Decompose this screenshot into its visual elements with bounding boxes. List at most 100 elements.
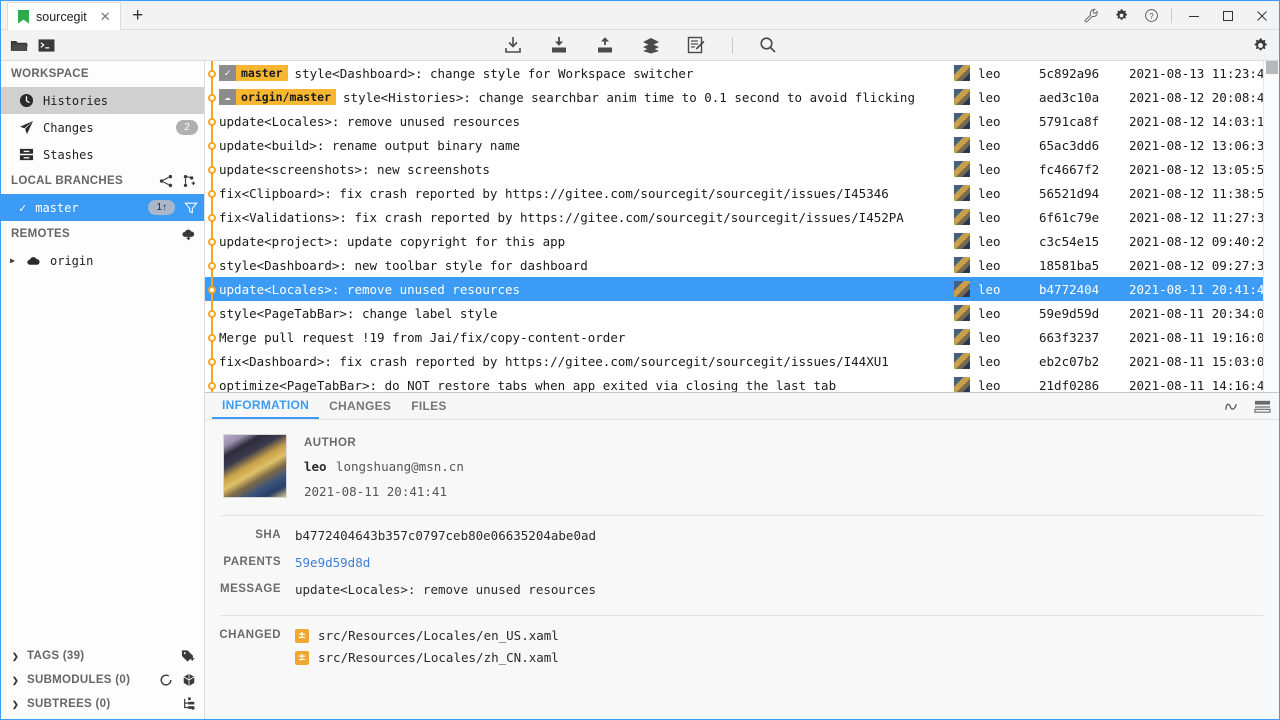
check-icon: ✓ bbox=[219, 65, 236, 81]
commit-row[interactable]: update<Locales>: remove unused resources… bbox=[205, 277, 1279, 301]
commit-row[interactable]: fix<Validations>: fix crash reported by … bbox=[205, 205, 1279, 229]
sidebar-section-subtrees[interactable]: ❯ SUBTREES (0) bbox=[1, 692, 204, 716]
sidebar-item-branch-master[interactable]: ✓ master 1↑ bbox=[1, 194, 204, 221]
section-actions bbox=[159, 673, 196, 687]
commit-subject-cell: update<screenshots>: new screenshots bbox=[219, 162, 954, 177]
sidebar-section-tags[interactable]: ❯ TAGS (39) bbox=[1, 644, 204, 668]
pull-icon[interactable] bbox=[549, 36, 569, 54]
parent-sha-link[interactable]: 59e9d59d8d bbox=[295, 555, 370, 570]
commit-row[interactable]: update<Locales>: remove unused resources… bbox=[205, 109, 1279, 133]
stash-icon[interactable] bbox=[641, 36, 661, 54]
fetch-icon[interactable] bbox=[503, 36, 523, 54]
commit-row[interactable]: update<project>: update copyright for th… bbox=[205, 229, 1279, 253]
commit-row[interactable]: ☁origin/masterstyle<Histories>: change s… bbox=[205, 85, 1279, 109]
branch-decorator[interactable]: ✓master bbox=[219, 65, 288, 81]
add-tag-icon[interactable] bbox=[181, 649, 196, 663]
layout-toggle-icon[interactable] bbox=[1254, 399, 1271, 414]
push-icon[interactable] bbox=[595, 36, 615, 54]
scrollbar-thumb[interactable] bbox=[1266, 61, 1278, 74]
commit-author-cell: leo bbox=[954, 209, 1039, 225]
new-branch-icon[interactable] bbox=[182, 174, 196, 188]
sidebar-item-changes[interactable]: Changes 2 bbox=[1, 114, 204, 141]
changed-row: CHANGED ±src/Resources/Locales/en_US.xam… bbox=[205, 628, 1279, 672]
maximize-button[interactable] bbox=[1211, 1, 1245, 30]
app-window: sourcegit ✕ + ? bbox=[0, 0, 1280, 720]
graph-node bbox=[208, 70, 216, 78]
commit-sha: b4772404 bbox=[1039, 282, 1129, 297]
divider bbox=[732, 37, 733, 54]
terminal-icon[interactable] bbox=[38, 38, 55, 53]
filter-icon[interactable] bbox=[184, 201, 198, 215]
sidebar-item-histories[interactable]: Histories bbox=[1, 87, 204, 114]
chevron-right-icon[interactable]: ❯ bbox=[11, 676, 20, 685]
chevron-right-icon[interactable]: ❯ bbox=[11, 652, 20, 661]
commit-subject: fix<Validations>: fix crash reported by … bbox=[219, 210, 904, 225]
avatar bbox=[954, 65, 970, 81]
sidebar-item-stashes[interactable]: Stashes bbox=[1, 141, 204, 168]
commit-subject: style<Dashboard>: change style for Works… bbox=[295, 66, 694, 81]
close-button[interactable] bbox=[1245, 1, 1279, 30]
wrench-icon[interactable] bbox=[1076, 1, 1106, 30]
section-actions bbox=[181, 227, 196, 241]
commit-subject: update<Locales>: remove unused resources bbox=[219, 114, 520, 129]
commit-row[interactable]: update<build>: rename output binary name… bbox=[205, 133, 1279, 157]
merge-branch-icon[interactable] bbox=[159, 174, 173, 188]
graph-toggle-icon[interactable] bbox=[1225, 399, 1242, 414]
commit-row[interactable]: Merge pull request !19 from Jai/fix/copy… bbox=[205, 325, 1279, 349]
gear-icon[interactable] bbox=[1106, 1, 1136, 30]
repository-tab[interactable]: sourcegit ✕ bbox=[7, 2, 121, 30]
commit-row[interactable]: optimize<PageTabBar>: do NOT restore tab… bbox=[205, 373, 1279, 393]
help-icon[interactable]: ? bbox=[1136, 1, 1166, 30]
search-icon[interactable] bbox=[759, 36, 777, 54]
tab-information[interactable]: INFORMATION bbox=[212, 393, 319, 419]
commit-row[interactable]: ✓master style<Dashboard>: change style fo… bbox=[205, 61, 1279, 85]
chevron-right-icon[interactable]: ❯ bbox=[11, 700, 20, 709]
tab-strip: sourcegit ✕ + bbox=[1, 0, 155, 29]
commit-row[interactable]: style<PageTabBar>: change label styleleo… bbox=[205, 301, 1279, 325]
add-subtree-icon[interactable] bbox=[182, 697, 196, 711]
minimize-button[interactable] bbox=[1177, 1, 1211, 30]
author-identity: leo longshuang@msn.cn bbox=[304, 459, 464, 474]
commit-row[interactable]: fix<Dashboard>: fix crash reported by ht… bbox=[205, 349, 1279, 373]
avatar bbox=[954, 89, 970, 105]
commit-row[interactable]: fix<Clipboard>: fix crash reported by ht… bbox=[205, 181, 1279, 205]
detail-tab-bar: INFORMATION CHANGES FILES bbox=[205, 393, 1279, 420]
commit-row[interactable]: style<Dashboard>: new toolbar style for … bbox=[205, 253, 1279, 277]
new-tab-button[interactable]: + bbox=[121, 2, 155, 30]
chevron-right-icon[interactable]: ▶ bbox=[8, 256, 17, 265]
commit-list[interactable]: ✓master style<Dashboard>: change style fo… bbox=[205, 61, 1279, 393]
tab-changes[interactable]: CHANGES bbox=[319, 393, 401, 419]
commit-subject-cell: update<Locales>: remove unused resources bbox=[219, 282, 954, 297]
tab-files[interactable]: FILES bbox=[401, 393, 457, 419]
apply-patch-icon[interactable] bbox=[687, 36, 706, 54]
author-name: leo bbox=[304, 459, 327, 474]
branch-decorator-label: origin/master bbox=[236, 89, 336, 105]
commit-row[interactable]: update<screenshots>: new screenshotsleof… bbox=[205, 157, 1279, 181]
open-folder-icon[interactable] bbox=[10, 37, 28, 53]
changed-file-item[interactable]: ±src/Resources/Locales/en_US.xaml bbox=[295, 628, 559, 643]
branch-decorator[interactable]: ☁origin/master bbox=[219, 89, 336, 105]
close-icon[interactable]: ✕ bbox=[97, 8, 114, 25]
refresh-icon[interactable] bbox=[159, 673, 173, 687]
commit-graph-cell bbox=[205, 133, 219, 157]
sidebar-item-label: master bbox=[35, 201, 139, 215]
commit-sha: 5c892a96 bbox=[1039, 66, 1129, 81]
graph-node bbox=[208, 358, 216, 366]
avatar bbox=[954, 329, 970, 345]
changed-file-item[interactable]: ±src/Resources/Locales/zh_CN.xaml bbox=[295, 650, 559, 665]
toolbar-right-group bbox=[1252, 37, 1269, 54]
sidebar-item-label: Changes bbox=[43, 121, 167, 135]
commit-author-name: leo bbox=[978, 306, 1001, 321]
message-row: MESSAGE update<Locales>: remove unused r… bbox=[205, 582, 1263, 597]
commit-subject: update<screenshots>: new screenshots bbox=[219, 162, 490, 177]
commit-author-name: leo bbox=[978, 162, 1001, 177]
graph-node bbox=[208, 142, 216, 150]
commit-list-scrollbar[interactable] bbox=[1263, 61, 1279, 392]
sidebar-item-label: Stashes bbox=[43, 148, 198, 162]
sidebar-section-submodules[interactable]: ❯ SUBMODULES (0) bbox=[1, 668, 204, 692]
commit-time: 2021-08-12 11:27:36 bbox=[1129, 210, 1279, 225]
sidebar-item-remote-origin[interactable]: ▶ origin bbox=[1, 247, 204, 274]
add-remote-icon[interactable] bbox=[181, 227, 196, 241]
add-submodule-icon[interactable] bbox=[182, 673, 196, 687]
preferences-gear-icon[interactable] bbox=[1252, 37, 1269, 54]
